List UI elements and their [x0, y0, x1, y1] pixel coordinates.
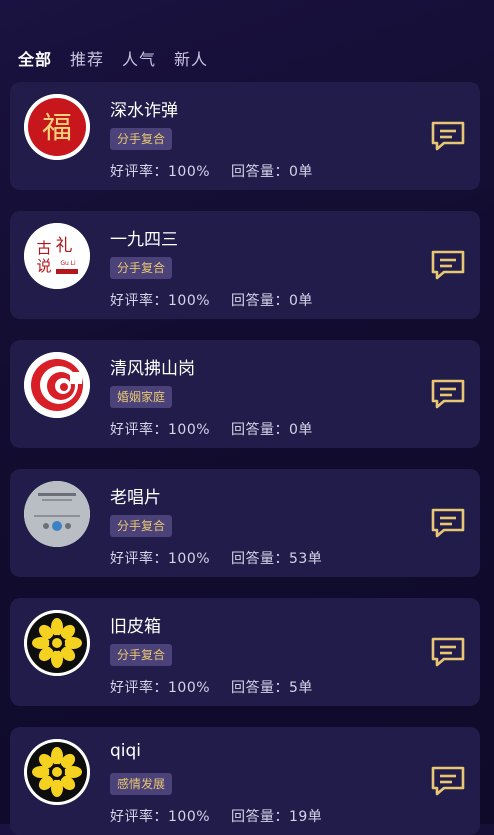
answers-label: 回答量：: [230, 164, 289, 180]
expert-stats: 好评率：100% 回答量：0单: [110, 161, 329, 181]
expert-card[interactable]: 古 礼 说 Gu Li 一九四三 分手复合 好评率：100% 回答量：0单: [10, 211, 480, 319]
answers-label: 回答量：: [230, 293, 289, 309]
answers-value: 53单: [288, 551, 323, 567]
expert-stats: 好评率：100% 回答量：0单: [110, 419, 329, 439]
rating-value: 100%: [168, 293, 211, 309]
avatar: [24, 739, 90, 805]
rating-label: 好评率：: [110, 293, 168, 309]
answers-label: 回答量：: [230, 809, 289, 825]
tab-all[interactable]: 全部: [18, 46, 52, 70]
music-player-icon: [24, 481, 90, 547]
rating-value: 100%: [168, 809, 211, 825]
answers-label: 回答量：: [230, 422, 289, 438]
expert-name: qiqi: [110, 741, 142, 761]
answers-label: 回答量：: [230, 680, 289, 696]
rating-value: 100%: [168, 680, 211, 696]
avatar: [24, 610, 90, 676]
expert-stats: 好评率：100% 回答量：0单: [110, 290, 329, 310]
expert-name: 旧皮箱: [110, 617, 161, 637]
rating-value: 100%: [168, 551, 211, 567]
chat-icon[interactable]: [430, 378, 466, 410]
expert-tag: 分手复合: [110, 257, 173, 279]
rating-label: 好评率：: [110, 422, 168, 438]
chat-icon[interactable]: [430, 636, 466, 668]
tab-recommended[interactable]: 推荐: [70, 46, 104, 70]
yellow-flower-icon: [24, 739, 90, 805]
expert-stats: 好评率：100% 回答量：5单: [110, 677, 329, 697]
guli-pinyin: Gu Li: [60, 260, 76, 267]
chat-icon[interactable]: [430, 765, 466, 797]
fu-char: 福: [42, 111, 72, 146]
expert-card[interactable]: qiqi 感情发展 好评率：100% 回答量：19单: [10, 727, 480, 835]
avatar: 福: [24, 94, 90, 160]
answers-value: 5单: [288, 680, 313, 696]
expert-stats: 好评率：100% 回答量：53单: [110, 548, 338, 568]
expert-tag: 感情发展: [110, 773, 173, 795]
answers-label: 回答量：: [230, 551, 289, 567]
expert-name: 深水诈弹: [110, 101, 178, 121]
expert-name: 老唱片: [110, 488, 161, 508]
expert-tag: 婚姻家庭: [110, 386, 173, 408]
tab-new[interactable]: 新人: [174, 46, 208, 70]
answers-value: 0单: [288, 422, 313, 438]
expert-tag: 分手复合: [110, 515, 173, 537]
chat-icon[interactable]: [430, 120, 466, 152]
rating-label: 好评率：: [110, 551, 168, 567]
rating-label: 好评率：: [110, 164, 168, 180]
guli-char-2: 礼: [56, 236, 73, 256]
rating-value: 100%: [168, 422, 211, 438]
avatar: 古 礼 说 Gu Li: [24, 223, 90, 289]
expert-tag: 分手复合: [110, 644, 173, 666]
rating-value: 100%: [168, 164, 211, 180]
expert-tag: 分手复合: [110, 128, 173, 150]
expert-name: 清风拂山岗: [110, 359, 195, 379]
expert-card[interactable]: 旧皮箱 分手复合 好评率：100% 回答量：5单: [10, 598, 480, 706]
expert-name: 一九四三: [110, 230, 178, 250]
expert-card[interactable]: 清风拂山岗 婚姻家庭 好评率：100% 回答量：0单: [10, 340, 480, 448]
rating-label: 好评率：: [110, 809, 168, 825]
guli-logo-icon: 古 礼 说 Gu Li: [24, 223, 90, 289]
red-swirl-icon: [24, 352, 90, 418]
expert-stats: 好评率：100% 回答量：19单: [110, 806, 338, 826]
chat-icon[interactable]: [430, 507, 466, 539]
answers-value: 0单: [288, 293, 313, 309]
chat-icon[interactable]: [430, 249, 466, 281]
expert-card[interactable]: 老唱片 分手复合 好评率：100% 回答量：53单: [10, 469, 480, 577]
avatar: [24, 481, 90, 547]
rating-label: 好评率：: [110, 680, 168, 696]
fu-seal-icon: 福: [24, 94, 90, 160]
category-tabs: 全部 推荐 人气 新人: [18, 46, 208, 70]
guli-char-3: 说: [36, 257, 51, 275]
expert-card[interactable]: 福 深水诈弹 分手复合 好评率：100% 回答量：0单: [10, 82, 480, 190]
yellow-flower-icon: [24, 610, 90, 676]
tab-popular[interactable]: 人气: [122, 46, 156, 70]
guli-char-1: 古: [36, 239, 51, 257]
answers-value: 19单: [288, 809, 323, 825]
avatar: [24, 352, 90, 418]
answers-value: 0单: [288, 164, 313, 180]
